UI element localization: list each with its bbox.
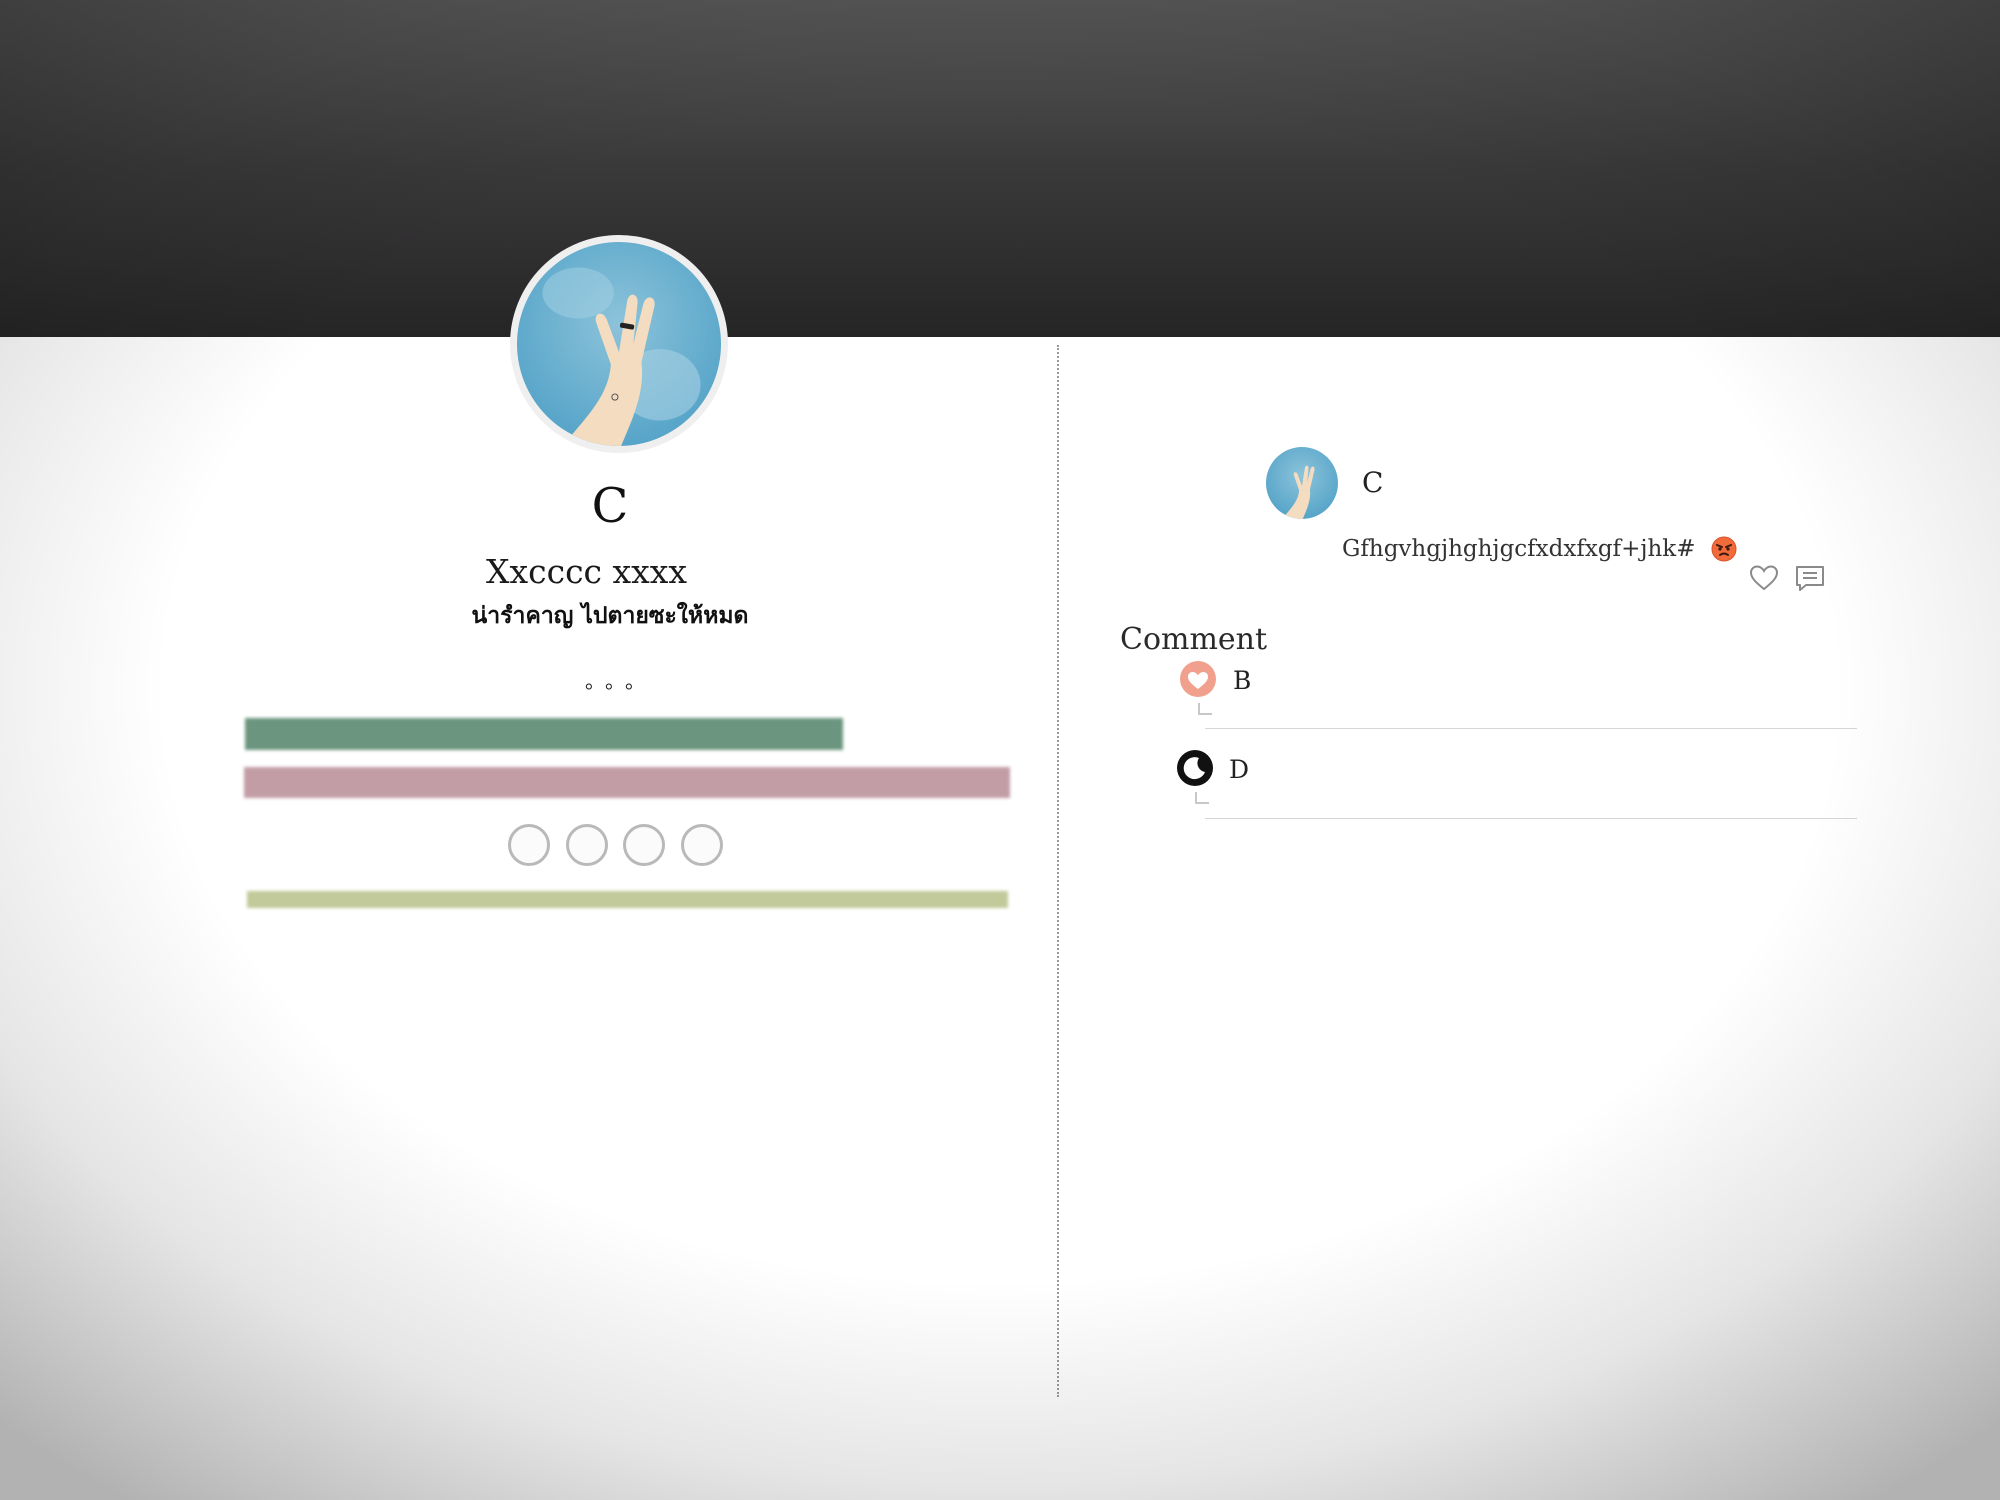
page-background: [0, 337, 2000, 1500]
profile-avatar[interactable]: [510, 235, 728, 453]
post-author-name: C: [1362, 466, 1384, 499]
comment-icon[interactable]: [1794, 562, 1826, 594]
comment-author-d: D: [1229, 755, 1250, 784]
social-circle-1-icon[interactable]: [508, 824, 550, 866]
green-bar: [245, 718, 843, 750]
social-circle-4-icon[interactable]: [681, 824, 723, 866]
comment-connector: [1195, 792, 1209, 804]
moon-avatar-icon[interactable]: [1175, 748, 1215, 788]
olive-bar: [247, 891, 1008, 908]
column-divider: [1057, 345, 1059, 1397]
comments-heading: Comment: [1120, 622, 1268, 657]
social-circle-3-icon[interactable]: [623, 824, 665, 866]
hand-peace-sign-avatar-icon: [517, 242, 721, 446]
post-author-avatar[interactable]: [1266, 447, 1338, 519]
profile-name: C: [591, 478, 629, 534]
hand-peace-sign-avatar-small-icon: [1266, 447, 1338, 519]
social-circle-2-icon[interactable]: [566, 824, 608, 866]
heart-avatar-icon[interactable]: [1178, 659, 1218, 699]
decorative-dots: 。。。: [585, 669, 655, 693]
post-body: Gfhgvhgjhghjgcfxdxfxgf+jhk#: [1342, 536, 1696, 562]
comment-divider: [1205, 728, 1857, 729]
comment-divider: [1205, 818, 1857, 819]
profile-bio: น่ารำคาญ ไปตายซะให้หมด: [471, 603, 749, 629]
heart-icon[interactable]: [1748, 562, 1780, 594]
post-text: Gfhgvhgjhghjgcfxdxfxgf+jhk#: [1342, 536, 1737, 562]
header-banner: [0, 0, 2000, 337]
angry-face-emoji-icon: [1711, 536, 1737, 562]
comment-connector: [1198, 703, 1212, 715]
profile-handle: Xxcccc xxxx: [486, 552, 687, 591]
comment-author-b: B: [1233, 666, 1252, 695]
pink-bar: [244, 767, 1010, 798]
